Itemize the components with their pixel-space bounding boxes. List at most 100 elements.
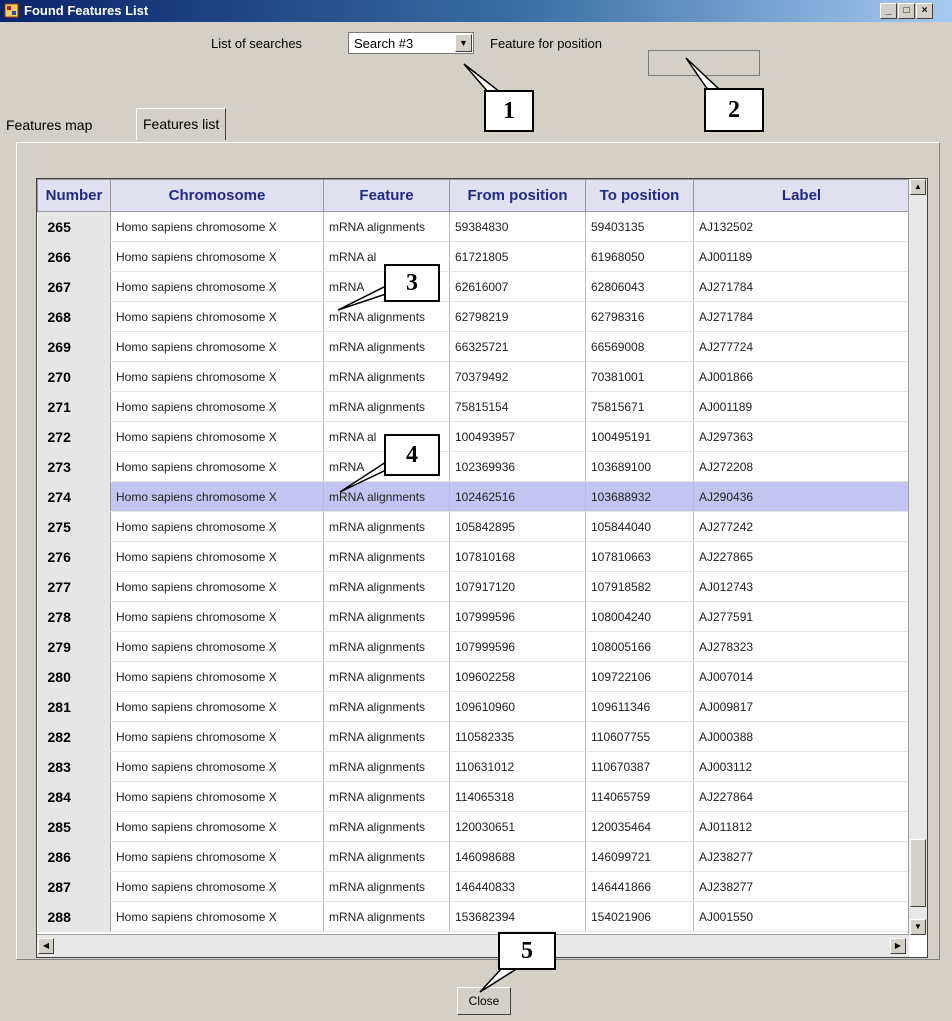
cell-label[interactable]: AJ011812 bbox=[693, 811, 910, 842]
cell-number[interactable]: 266 bbox=[37, 241, 111, 272]
cell-label[interactable]: AJ277591 bbox=[693, 601, 910, 632]
cell-label[interactable]: AJ227864 bbox=[693, 781, 910, 812]
cell-from-position[interactable]: 114065318 bbox=[449, 781, 586, 812]
cell-to-position[interactable]: 108004240 bbox=[585, 601, 694, 632]
cell-number[interactable]: 269 bbox=[37, 331, 111, 362]
cell-from-position[interactable]: 153682394 bbox=[449, 901, 586, 932]
cell-chromosome[interactable]: Homo sapiens chromosome X bbox=[110, 721, 324, 752]
cell-to-position[interactable]: 109611346 bbox=[585, 691, 694, 722]
cell-label[interactable]: AJ290436 bbox=[693, 481, 910, 512]
cell-from-position[interactable]: 105842895 bbox=[449, 511, 586, 542]
tab-features-list[interactable]: Features list bbox=[136, 108, 227, 140]
table-row[interactable]: 282 Homo sapiens chromosome XmRNA alignme… bbox=[37, 721, 910, 752]
column-header-number[interactable]: Number bbox=[37, 179, 111, 212]
cell-number[interactable]: 276 bbox=[37, 541, 111, 572]
cell-feature[interactable]: mRNA alignments bbox=[323, 901, 450, 932]
cell-chromosome[interactable]: Homo sapiens chromosome X bbox=[110, 841, 324, 872]
cell-from-position[interactable]: 102462516 bbox=[449, 481, 586, 512]
cell-feature[interactable]: mRNA alignments bbox=[323, 871, 450, 902]
cell-chromosome[interactable]: Homo sapiens chromosome X bbox=[110, 241, 324, 272]
cell-label[interactable]: AJ297363 bbox=[693, 421, 910, 452]
cell-from-position[interactable]: 107999596 bbox=[449, 601, 586, 632]
cell-label[interactable]: AJ007014 bbox=[693, 661, 910, 692]
column-header-feature[interactable]: Feature bbox=[323, 179, 450, 212]
cell-number[interactable]: 265 bbox=[37, 211, 111, 242]
cell-from-position[interactable]: 107810168 bbox=[449, 541, 586, 572]
cell-number[interactable]: 284 bbox=[37, 781, 111, 812]
cell-from-position[interactable]: 110582335 bbox=[449, 721, 586, 752]
cell-chromosome[interactable]: Homo sapiens chromosome X bbox=[110, 661, 324, 692]
cell-chromosome[interactable]: Homo sapiens chromosome X bbox=[110, 781, 324, 812]
table-row[interactable]: 265 Homo sapiens chromosome XmRNA alignme… bbox=[37, 211, 910, 242]
cell-chromosome[interactable]: Homo sapiens chromosome X bbox=[110, 421, 324, 452]
cell-from-position[interactable]: 107999596 bbox=[449, 631, 586, 662]
cell-number[interactable]: 274 bbox=[37, 481, 111, 512]
cell-feature[interactable]: mRNA alignments bbox=[323, 391, 450, 422]
cell-feature[interactable]: mRNA alignments bbox=[323, 841, 450, 872]
cell-feature[interactable]: mRNA alignments bbox=[323, 301, 450, 332]
cell-from-position[interactable]: 70379492 bbox=[449, 361, 586, 392]
cell-label[interactable]: AJ278323 bbox=[693, 631, 910, 662]
table-row[interactable]: 275 Homo sapiens chromosome XmRNA alignme… bbox=[37, 511, 910, 542]
cell-from-position[interactable]: 120030651 bbox=[449, 811, 586, 842]
cell-feature[interactable]: mRNA alignments bbox=[323, 571, 450, 602]
table-row[interactable]: 277 Homo sapiens chromosome XmRNA alignme… bbox=[37, 571, 910, 602]
cell-feature[interactable]: mRNA alignments bbox=[323, 781, 450, 812]
search-select[interactable]: Search #3 ▼ bbox=[348, 32, 474, 54]
table-row[interactable]: 287 Homo sapiens chromosome XmRNA alignme… bbox=[37, 871, 910, 902]
cell-label[interactable]: AJ000388 bbox=[693, 721, 910, 752]
cell-number[interactable]: 272 bbox=[37, 421, 111, 452]
cell-from-position[interactable]: 61721805 bbox=[449, 241, 586, 272]
cell-feature[interactable]: mRNA alignments bbox=[323, 811, 450, 842]
cell-chromosome[interactable]: Homo sapiens chromosome X bbox=[110, 511, 324, 542]
cell-chromosome[interactable]: Homo sapiens chromosome X bbox=[110, 631, 324, 662]
table-row[interactable]: 271 Homo sapiens chromosome XmRNA alignme… bbox=[37, 391, 910, 422]
cell-from-position[interactable]: 110631012 bbox=[449, 751, 586, 782]
cell-label[interactable]: AJ001550 bbox=[693, 901, 910, 932]
table-row[interactable]: 273 Homo sapiens chromosome XmRNA 10236993… bbox=[37, 451, 910, 482]
cell-chromosome[interactable]: Homo sapiens chromosome X bbox=[110, 481, 324, 512]
cell-label[interactable]: AJ003112 bbox=[693, 751, 910, 782]
cell-from-position[interactable]: 109602258 bbox=[449, 661, 586, 692]
cell-chromosome[interactable]: Homo sapiens chromosome X bbox=[110, 211, 324, 242]
cell-label[interactable]: AJ271784 bbox=[693, 301, 910, 332]
cell-number[interactable]: 270 bbox=[37, 361, 111, 392]
close-window-button[interactable]: × bbox=[916, 3, 933, 19]
cell-to-position[interactable]: 108005166 bbox=[585, 631, 694, 662]
cell-number[interactable]: 285 bbox=[37, 811, 111, 842]
cell-number[interactable]: 282 bbox=[37, 721, 111, 752]
cell-label[interactable]: AJ132502 bbox=[693, 211, 910, 242]
cell-to-position[interactable]: 66569008 bbox=[585, 331, 694, 362]
cell-feature[interactable]: mRNA alignments bbox=[323, 541, 450, 572]
cell-label[interactable]: AJ009817 bbox=[693, 691, 910, 722]
cell-feature[interactable]: mRNA alignments bbox=[323, 481, 450, 512]
cell-to-position[interactable]: 100495191 bbox=[585, 421, 694, 452]
cell-to-position[interactable]: 62806043 bbox=[585, 271, 694, 302]
cell-chromosome[interactable]: Homo sapiens chromosome X bbox=[110, 301, 324, 332]
table-row[interactable]: 266 Homo sapiens chromosome XmRNA al 61721… bbox=[37, 241, 910, 272]
cell-number[interactable]: 271 bbox=[37, 391, 111, 422]
cell-chromosome[interactable]: Homo sapiens chromosome X bbox=[110, 541, 324, 572]
cell-number[interactable]: 275 bbox=[37, 511, 111, 542]
column-header-chromosome[interactable]: Chromosome bbox=[110, 179, 324, 212]
cell-feature[interactable]: mRNA alignments bbox=[323, 601, 450, 632]
table-row[interactable]: 280 Homo sapiens chromosome XmRNA alignme… bbox=[37, 661, 910, 692]
cell-to-position[interactable]: 110670387 bbox=[585, 751, 694, 782]
cell-chromosome[interactable]: Homo sapiens chromosome X bbox=[110, 601, 324, 632]
cell-number[interactable]: 288 bbox=[37, 901, 111, 932]
table-row[interactable]: 268 Homo sapiens chromosome XmRNA alignme… bbox=[37, 301, 910, 332]
cell-to-position[interactable]: 146441866 bbox=[585, 871, 694, 902]
cell-chromosome[interactable]: Homo sapiens chromosome X bbox=[110, 811, 324, 842]
cell-feature[interactable]: mRNA alignments bbox=[323, 361, 450, 392]
feature-position-field[interactable] bbox=[648, 50, 760, 76]
cell-chromosome[interactable]: Homo sapiens chromosome X bbox=[110, 751, 324, 782]
cell-chromosome[interactable]: Homo sapiens chromosome X bbox=[110, 901, 324, 932]
cell-from-position[interactable]: 146098688 bbox=[449, 841, 586, 872]
cell-number[interactable]: 273 bbox=[37, 451, 111, 482]
scroll-up-icon[interactable]: ▲ bbox=[910, 179, 926, 195]
cell-label[interactable]: AJ001189 bbox=[693, 391, 910, 422]
cell-number[interactable]: 277 bbox=[37, 571, 111, 602]
horizontal-scrollbar[interactable]: ◀ ▶ bbox=[37, 934, 909, 957]
cell-number[interactable]: 280 bbox=[37, 661, 111, 692]
table-row[interactable]: 274 Homo sapiens chromosome XmRNA alignme… bbox=[37, 481, 910, 512]
